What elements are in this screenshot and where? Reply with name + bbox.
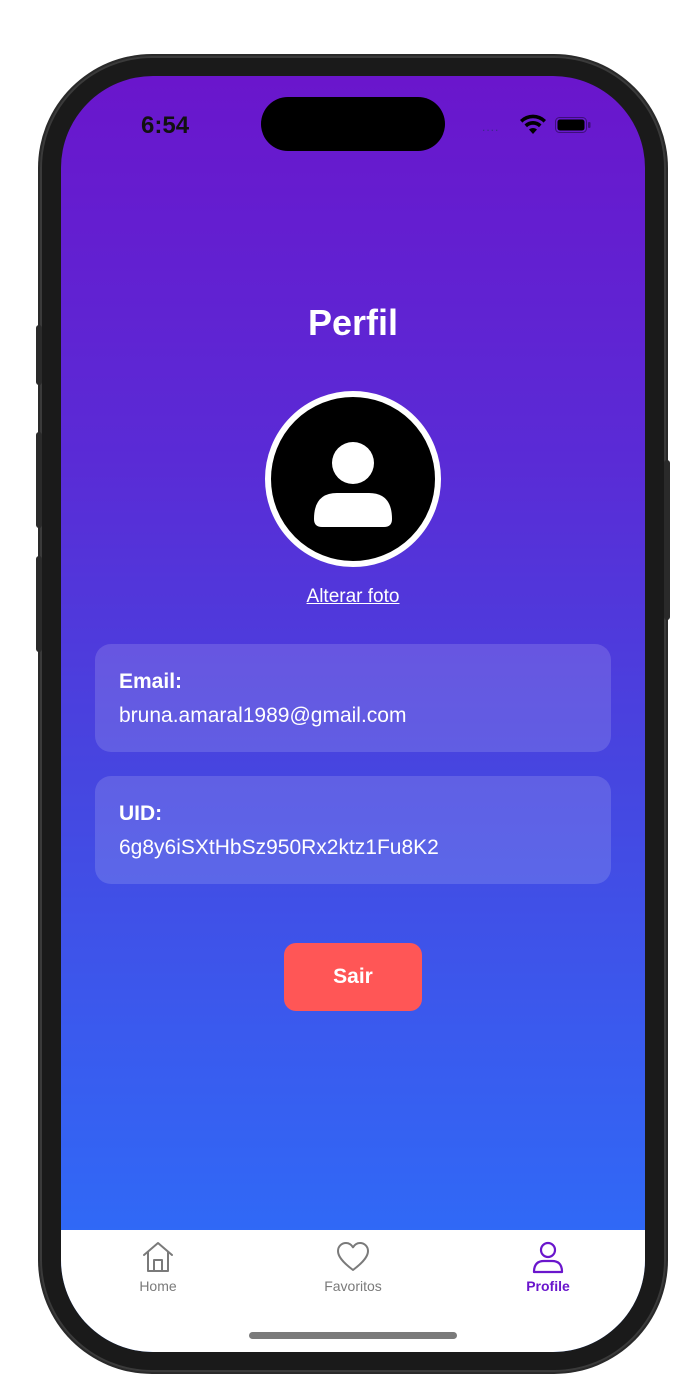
email-label: Email: — [119, 670, 183, 693]
dynamic-island — [261, 97, 445, 151]
tab-favorites-label: Favoritos — [324, 1278, 382, 1294]
uid-value: 6g8y6iSXtHbSz950Rx2ktz1Fu8K2 — [119, 836, 439, 859]
tab-favorites[interactable]: Favoritos — [293, 1240, 413, 1300]
signal-dots: .... — [482, 120, 500, 134]
email-value: bruna.amaral1989@gmail.com — [119, 704, 407, 727]
tab-profile[interactable]: Profile — [488, 1240, 608, 1300]
page-title: Perfil — [307, 302, 399, 343]
person-icon — [314, 442, 392, 527]
power-button — [664, 460, 670, 620]
home-indicator — [249, 1332, 457, 1339]
uid-card: UID: 6g8y6iSXtHbSz950Rx2ktz1Fu8K2 — [95, 776, 611, 884]
action-button — [36, 325, 42, 385]
home-icon — [143, 1242, 173, 1272]
email-card: Email: bruna.amaral1989@gmail.com — [95, 644, 611, 752]
change-photo-link[interactable]: Alterar foto — [61, 586, 645, 608]
logout-button[interactable]: Sair — [284, 943, 422, 1011]
wifi-icon — [520, 114, 546, 134]
person-icon — [532, 1241, 564, 1274]
app-screen: 6:54 .... Perfil Alterar foto Email: bru… — [61, 76, 645, 1352]
tab-home-label: Home — [139, 1278, 177, 1294]
volume-down-button — [36, 556, 42, 652]
tab-home[interactable]: Home — [98, 1240, 218, 1300]
tab-profile-label: Profile — [526, 1278, 570, 1294]
battery-icon — [555, 117, 591, 133]
uid-label: UID: — [119, 802, 163, 825]
volume-up-button — [36, 432, 42, 528]
avatar[interactable] — [265, 391, 441, 567]
status-time: 6:54 — [141, 112, 190, 139]
heart-icon — [337, 1242, 369, 1271]
status-bar: 6:54 .... — [61, 76, 645, 176]
